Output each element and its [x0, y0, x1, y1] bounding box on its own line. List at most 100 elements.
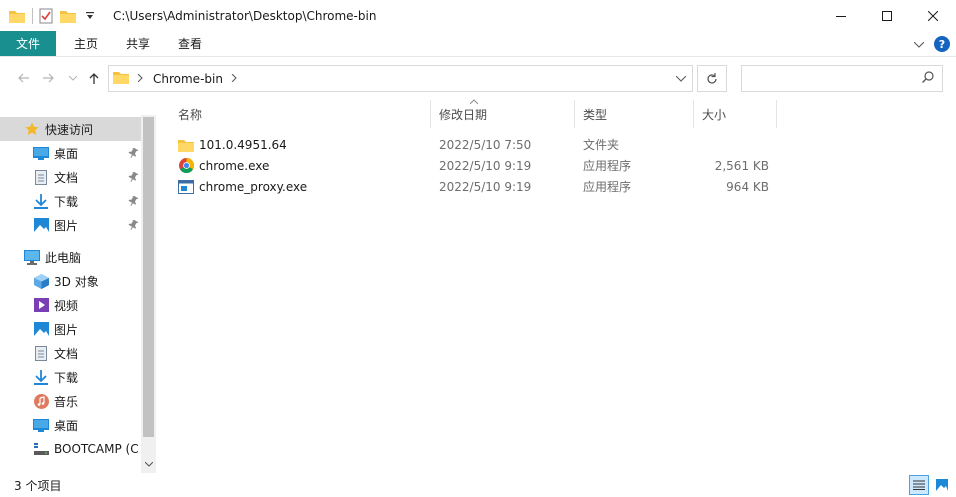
file-row[interactable]: 101.0.4951.64 2022/5/10 7:50 文件夹 [170, 134, 790, 155]
file-name: chrome_proxy.exe [199, 179, 308, 194]
file-name: chrome.exe [199, 158, 270, 173]
ribbon-tabs: 文件 主页 共享 查看 ? [0, 31, 956, 57]
details-view-icon[interactable] [909, 475, 929, 495]
sidebar-item-label: 图片 [54, 322, 79, 337]
sidebar-item-label: 桌面 [54, 418, 79, 433]
scrollbar-thumb[interactable] [143, 117, 154, 437]
close-button[interactable] [910, 0, 956, 31]
chevron-right-icon[interactable] [231, 72, 237, 85]
forward-arrow-icon[interactable] [38, 66, 60, 90]
column-header-name[interactable]: 名称 [170, 100, 431, 128]
sidebar-item-this-pc[interactable]: 此电脑 [0, 245, 141, 269]
minimize-icon [836, 15, 846, 17]
large-icons-view-icon[interactable] [932, 475, 952, 495]
minimize-button[interactable] [818, 0, 864, 31]
sidebar-item-pictures-pinned[interactable]: 图片 [0, 213, 141, 237]
sidebar-item-desktop-pinned[interactable]: 桌面 [0, 141, 141, 165]
sidebar-item-music[interactable]: 音乐 [0, 389, 141, 413]
recent-locations-icon[interactable] [62, 66, 84, 90]
title-bar: C:\Users\Administrator\Desktop\Chrome-bi… [0, 0, 956, 31]
file-name-cell: 101.0.4951.64 [178, 134, 287, 155]
file-date: 2022/5/10 9:19 [439, 179, 532, 194]
refresh-button[interactable] [697, 65, 727, 92]
pin-icon[interactable] [128, 195, 139, 209]
window-title: C:\Users\Administrator\Desktop\Chrome-bi… [113, 8, 377, 23]
toolbar-separator [32, 7, 33, 24]
help-icon[interactable]: ? [934, 36, 950, 52]
file-size: 964 KB [726, 179, 769, 194]
desktop-icon [33, 417, 49, 433]
column-header-date[interactable]: 修改日期 [431, 100, 575, 128]
sidebar-item-bootcamp-drive[interactable]: BOOTCAMP (C [0, 437, 141, 461]
close-icon [928, 10, 938, 21]
file-date: 2022/5/10 9:19 [439, 158, 532, 173]
sidebar-item-quick-access[interactable]: 快速访问 [0, 117, 141, 141]
sidebar-item-desktop[interactable]: 桌面 [0, 413, 141, 437]
maximize-button[interactable] [864, 0, 910, 31]
sidebar-item-label: 下载 [54, 194, 79, 209]
sidebar-item-documents-pinned[interactable]: 文档 [0, 165, 141, 189]
window-controls [818, 0, 956, 31]
navigation-pane-scrollbar[interactable] [141, 115, 156, 473]
sidebar-item-documents[interactable]: 文档 [0, 341, 141, 365]
tab-file[interactable]: 文件 [0, 31, 57, 56]
pictures-icon [33, 321, 49, 337]
sidebar-item-label: 快速访问 [45, 122, 94, 137]
file-row[interactable]: chrome.exe 2022/5/10 9:19 应用程序 2,561 KB [170, 155, 790, 176]
status-bar: 3 个项目 [0, 473, 956, 497]
quick-access-toolbar [0, 0, 103, 31]
sidebar-item-label: 视频 [54, 298, 79, 313]
sidebar-item-label: 桌面 [54, 146, 79, 161]
ribbon-right-controls: ? [913, 31, 950, 57]
new-folder-icon[interactable] [59, 7, 77, 25]
properties-icon[interactable] [37, 7, 55, 25]
address-bar[interactable]: Chrome-bin [108, 65, 693, 92]
chevron-right-icon[interactable] [137, 72, 143, 85]
column-headers: 名称 修改日期 类型 大小 [170, 99, 790, 128]
sidebar-item-label: 文档 [54, 170, 79, 185]
sidebar-item-label: BOOTCAMP (C [54, 442, 139, 456]
app-icon [178, 179, 194, 195]
sidebar-item-pictures[interactable]: 图片 [0, 317, 141, 341]
tab-view[interactable]: 查看 [164, 31, 216, 56]
computer-icon [24, 249, 40, 265]
file-size: 2,561 KB [714, 158, 769, 173]
refresh-icon [707, 72, 717, 84]
file-type: 应用程序 [583, 159, 632, 173]
sidebar-item-label: 图片 [54, 218, 79, 233]
address-history-dropdown-icon[interactable] [675, 71, 687, 85]
folder-icon [8, 7, 26, 25]
search-box[interactable] [741, 65, 943, 92]
sidebar-item-3d-objects[interactable]: 3D 对象 [0, 269, 141, 293]
column-header-size[interactable]: 大小 [694, 100, 777, 128]
back-arrow-icon[interactable] [12, 66, 34, 90]
sidebar-item-label: 3D 对象 [54, 274, 99, 289]
breadcrumb-item[interactable]: Chrome-bin [153, 72, 223, 86]
folder-icon [113, 70, 129, 87]
pin-icon[interactable] [128, 219, 139, 233]
sidebar-item-label: 此电脑 [45, 250, 82, 265]
customize-toolbar-icon[interactable] [81, 7, 99, 25]
pin-icon[interactable] [128, 171, 139, 185]
search-input[interactable] [746, 70, 916, 88]
sidebar-item-downloads-pinned[interactable]: 下载 [0, 189, 141, 213]
3d-objects-icon [33, 273, 49, 289]
file-list: 101.0.4951.64 2022/5/10 7:50 文件夹 chrome.… [170, 134, 790, 197]
sidebar-item-videos[interactable]: 视频 [0, 293, 141, 317]
sidebar-item-label: 文档 [54, 346, 79, 361]
column-header-type[interactable]: 类型 [575, 100, 694, 128]
sidebar-item-downloads[interactable]: 下载 [0, 365, 141, 389]
maximize-icon [882, 10, 892, 21]
tab-home[interactable]: 主页 [60, 31, 112, 56]
video-icon [33, 297, 49, 313]
navigation-bar: Chrome-bin [0, 57, 956, 99]
file-row[interactable]: chrome_proxy.exe 2022/5/10 9:19 应用程序 964… [170, 176, 790, 197]
view-switcher [909, 473, 952, 497]
download-icon [33, 193, 49, 209]
scroll-down-icon[interactable] [143, 457, 154, 471]
expand-ribbon-icon[interactable] [913, 37, 925, 51]
up-arrow-icon[interactable] [83, 66, 105, 90]
pin-icon[interactable] [128, 147, 139, 161]
tab-share[interactable]: 共享 [112, 31, 164, 56]
file-explorer-window: C:\Users\Administrator\Desktop\Chrome-bi… [0, 0, 956, 497]
